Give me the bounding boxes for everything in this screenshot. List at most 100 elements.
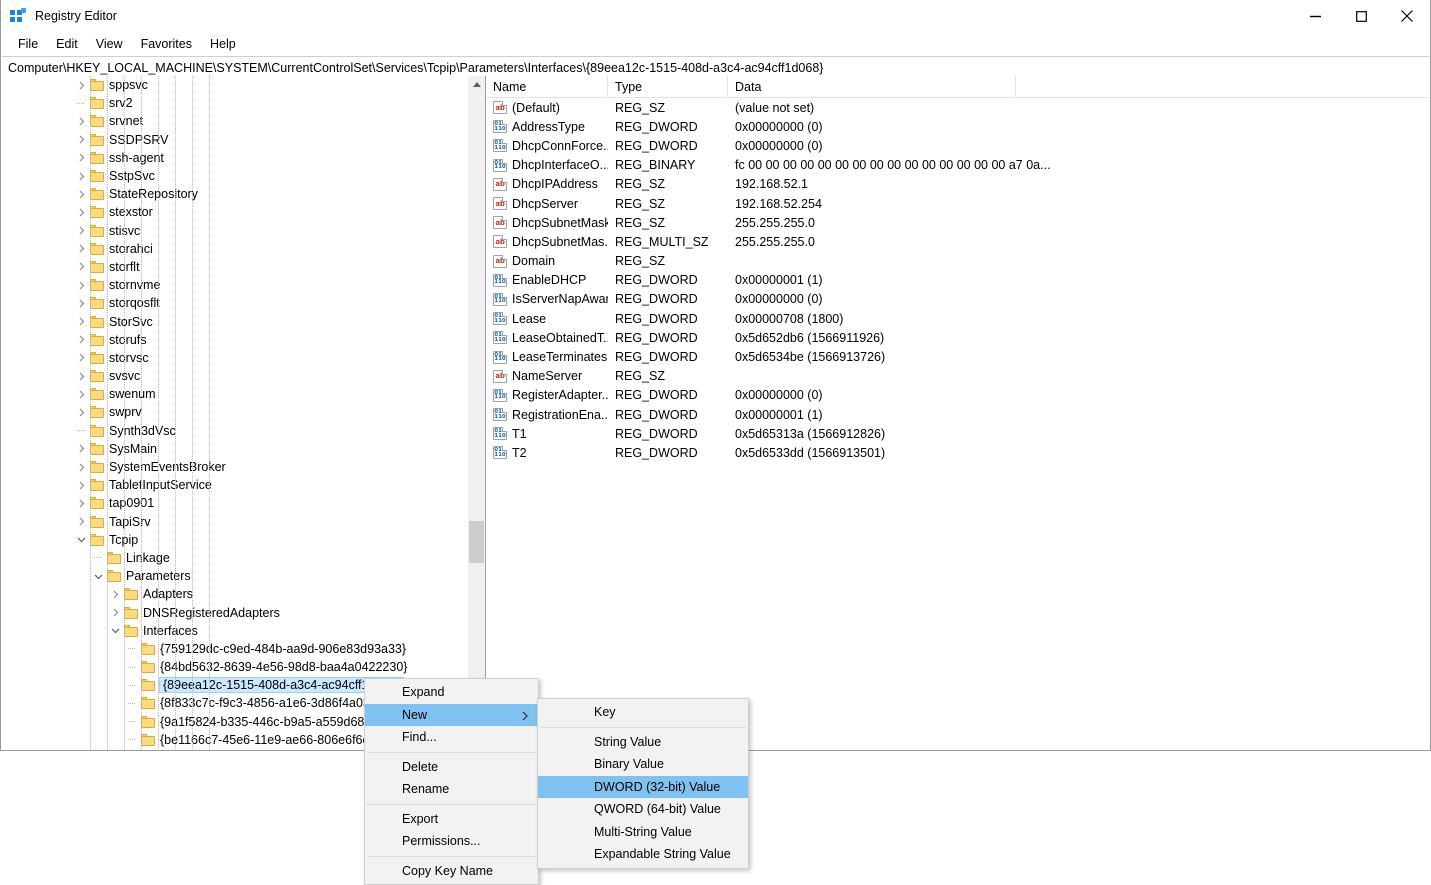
tree-item[interactable]: Linkage [2,549,468,567]
chevron-down-icon[interactable] [90,567,107,585]
chevron-right-icon[interactable] [73,203,90,221]
tree-item[interactable]: storufs [2,331,468,349]
table-row[interactable]: 011110RegisterAdapter...REG_DWORD0x00000… [486,386,1429,405]
chevron-right-icon[interactable] [73,258,90,276]
chevron-right-icon[interactable] [73,185,90,203]
menu-item-new[interactable]: New [365,704,538,727]
chevron-right-icon[interactable] [73,294,90,312]
table-row[interactable]: abDhcpIPAddressREG_SZ192.168.52.1 [486,175,1429,194]
chevron-right-icon[interactable] [73,403,90,421]
chevron-right-icon[interactable] [73,513,90,531]
table-row[interactable]: 011110AddressTypeREG_DWORD0x00000000 (0) [486,117,1429,136]
menu-item-dword-32-bit-value[interactable]: DWORD (32-bit) Value [538,776,748,799]
menu-item-export[interactable]: Export [365,808,538,831]
chevron-right-icon[interactable] [107,604,124,622]
tree-item[interactable]: storahci [2,240,468,258]
registry-tree[interactable]: sppsvcsrv2srvnetSSDPSRVssh-agentSstpSvcS… [2,76,468,749]
table-row[interactable]: ab(Default)REG_SZ(value not set) [486,98,1429,117]
tree-item[interactable]: srvnet [2,112,468,130]
scrollbar-thumb[interactable] [469,521,484,563]
minimize-button[interactable] [1292,0,1338,32]
chevron-right-icon[interactable] [73,313,90,331]
menu-item-qword-64-bit-value[interactable]: QWORD (64-bit) Value [538,798,748,821]
menu-item-permissions[interactable]: Permissions... [365,830,538,853]
menu-edit[interactable]: Edit [47,34,87,55]
maximize-button[interactable] [1338,0,1384,32]
tree-item[interactable]: TapiSrv [2,513,468,531]
table-row[interactable]: 011110LeaseTerminates...REG_DWORD0x5d653… [486,347,1429,366]
chevron-right-icon[interactable] [73,240,90,258]
chevron-right-icon[interactable] [73,367,90,385]
tree-item[interactable]: stexstor [2,203,468,221]
menu-item-expandable-string-value[interactable]: Expandable String Value [538,843,748,866]
menu-view[interactable]: View [87,34,132,55]
table-row[interactable]: abDhcpSubnetMas...REG_MULTI_SZ255.255.25… [486,232,1429,251]
tree-item[interactable]: ssh-agent [2,149,468,167]
chevron-down-icon[interactable] [73,531,90,549]
table-row[interactable]: 011110EnableDHCPREG_DWORD0x00000001 (1) [486,271,1429,290]
chevron-right-icon[interactable] [73,76,90,94]
chevron-right-icon[interactable] [73,276,90,294]
menu-item-find[interactable]: Find... [365,726,538,749]
tree-item[interactable]: swprv [2,403,468,421]
chevron-down-icon[interactable] [107,622,124,640]
tree-item[interactable]: sppsvc [2,76,468,94]
chevron-right-icon[interactable] [73,331,90,349]
tree-item[interactable]: srv2 [2,94,468,112]
table-row[interactable]: 011110RegistrationEna...REG_DWORD0x00000… [486,405,1429,424]
menu-help[interactable]: Help [201,34,245,55]
context-menu[interactable]: ExpandNewFind...DeleteRenameExportPermis… [364,678,539,885]
tree-item[interactable]: stisvc [2,222,468,240]
table-row[interactable]: abNameServerREG_SZ [486,367,1429,386]
tree-item[interactable]: {84bd5632-8639-4e56-98d8-baa4a0422230} [2,658,468,676]
tree-item[interactable]: SysMain [2,440,468,458]
chevron-right-icon[interactable] [73,167,90,185]
chevron-right-icon[interactable] [73,440,90,458]
tree-item[interactable]: SstpSvc [2,167,468,185]
context-submenu-new[interactable]: KeyString ValueBinary ValueDWORD (32-bit… [537,698,749,869]
tree-item[interactable]: storflt [2,258,468,276]
menu-item-multi-string-value[interactable]: Multi-String Value [538,821,748,844]
close-button[interactable] [1384,0,1430,32]
menu-item-string-value[interactable]: String Value [538,731,748,754]
tree-item[interactable]: swenum [2,385,468,403]
column-header-data[interactable]: Data [728,76,1016,97]
tree-item[interactable]: tap0901 [2,494,468,512]
chevron-right-icon[interactable] [73,349,90,367]
table-row[interactable]: 011110DhcpInterfaceO...REG_BINARYfc 00 0… [486,156,1429,175]
menu-file[interactable]: File [9,34,47,55]
table-row[interactable]: 011110LeaseREG_DWORD0x00000708 (1800) [486,309,1429,328]
column-header-name[interactable]: Name [486,76,608,97]
scroll-up-arrow[interactable] [468,76,485,93]
tree-item[interactable]: svsvc [2,367,468,385]
table-row[interactable]: abDomainREG_SZ [486,252,1429,271]
tree-item[interactable]: SSDPSRV [2,131,468,149]
tree-item[interactable]: Tcpip [2,531,468,549]
menu-item-copy-key-name[interactable]: Copy Key Name [365,860,538,883]
table-row[interactable]: 011110T2REG_DWORD0x5d6533dd (1566913501) [486,443,1429,462]
chevron-right-icon[interactable] [73,476,90,494]
tree-item[interactable]: Adapters [2,585,468,603]
table-row[interactable]: 011110IsServerNapAwareREG_DWORD0x0000000… [486,290,1429,309]
column-header-type[interactable]: Type [608,76,728,97]
chevron-right-icon[interactable] [73,458,90,476]
tree-item[interactable]: {759129dc-c9ed-484b-aa9d-906e83d93a33} [2,640,468,658]
tree-item[interactable]: Parameters [2,567,468,585]
tree-item[interactable]: StateRepository [2,185,468,203]
chevron-right-icon[interactable] [73,385,90,403]
table-row[interactable]: abDhcpServerREG_SZ192.168.52.254 [486,194,1429,213]
table-row[interactable]: 011110T1REG_DWORD0x5d65313a (1566912826) [486,424,1429,443]
tree-item[interactable]: DNSRegisteredAdapters [2,603,468,621]
table-row[interactable]: 011110DhcpConnForce...REG_DWORD0x0000000… [486,136,1429,155]
menu-item-expand[interactable]: Expand [365,681,538,704]
table-row[interactable]: abDhcpSubnetMaskREG_SZ255.255.255.0 [486,213,1429,232]
tree-item[interactable]: SystemEventsBroker [2,458,468,476]
menu-favorites[interactable]: Favorites [132,34,201,55]
chevron-right-icon[interactable] [73,494,90,512]
chevron-right-icon[interactable] [73,112,90,130]
chevron-right-icon[interactable] [73,131,90,149]
chevron-right-icon[interactable] [107,585,124,603]
tree-item[interactable]: TabletInputService [2,476,468,494]
chevron-right-icon[interactable] [73,222,90,240]
menu-item-rename[interactable]: Rename [365,778,538,801]
